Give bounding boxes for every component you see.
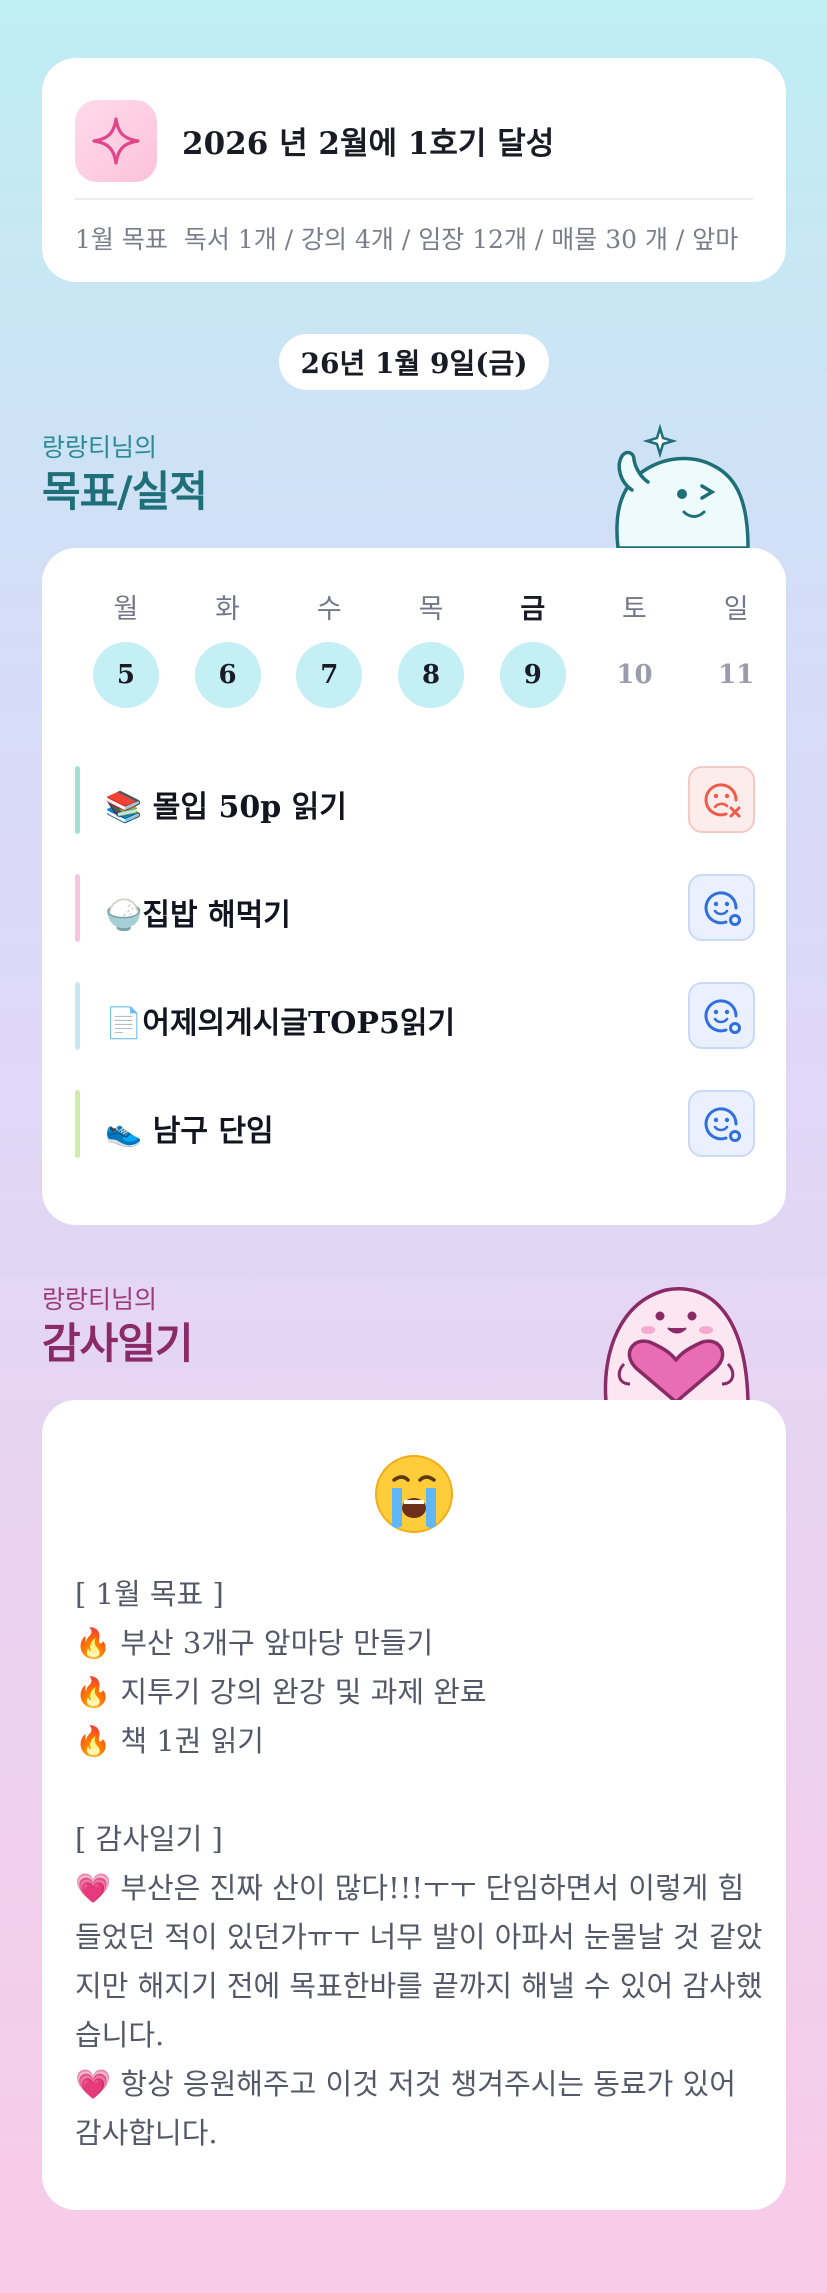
day-number[interactable]: 8 (398, 642, 465, 708)
smile-face-check-icon (704, 1106, 741, 1142)
goal-item: 🔥 부산 3개구 앞마당 만들기 (75, 1626, 434, 1660)
todo-label: 👟 남구 단임 (105, 1114, 274, 1149)
day-column[interactable]: 목 8 (380, 590, 482, 708)
week-calendar: 월 5 화 6 수 7 목 8 금 9 토 10 일 11 (75, 590, 787, 708)
todo-item[interactable]: 📄어제의게시글TOP5읽기 (75, 982, 755, 1050)
crying-face-icon (375, 1455, 453, 1533)
weekday-label: 화 (215, 594, 240, 625)
ghost-mascot-icon (615, 423, 750, 548)
document-icon: 📄 (105, 1006, 143, 1041)
divider (75, 198, 753, 200)
day-column[interactable]: 토 10 (584, 590, 686, 708)
gratitude-card: [ 1월 목표 ] 🔥 부산 3개구 앞마당 만들기 🔥 지투기 강의 완강 및… (42, 1400, 786, 2210)
status-fail-button[interactable] (688, 766, 755, 833)
book-icon: 📚 (105, 790, 143, 825)
smile-face-check-icon (704, 998, 741, 1034)
weekday-label: 수 (316, 594, 342, 625)
diary-header: [ 감사일기 ] (75, 1822, 223, 1856)
day-column[interactable]: 월 5 (75, 590, 177, 708)
smile-face-check-icon (704, 890, 741, 926)
todo-label: 🍚집밥 해먹기 (105, 898, 291, 933)
goal-header: [ 1월 목표 ] (75, 1577, 224, 1611)
sad-face-x-icon (704, 782, 740, 817)
status-done-button[interactable] (688, 982, 755, 1049)
todo-item[interactable]: 👟 남구 단임 (75, 1090, 755, 1158)
day-column[interactable]: 화 6 (177, 590, 279, 708)
status-done-button[interactable] (688, 874, 755, 941)
weekday-label: 목 (418, 594, 444, 625)
sneaker-icon: 👟 (105, 1114, 143, 1149)
day-number[interactable]: 7 (296, 642, 363, 708)
sparkle-icon (75, 100, 157, 182)
goals-card: 월 5 화 6 수 7 목 8 금 9 토 10 일 11 📚 몰입 50p 읽… (42, 548, 786, 1225)
day-number[interactable]: 9 (499, 642, 566, 708)
todo-item[interactable]: 📚 몰입 50p 읽기 (75, 766, 755, 834)
todo-label: 📚 몰입 50p 읽기 (105, 790, 347, 825)
todo-item[interactable]: 🍚집밥 해먹기 (75, 874, 755, 942)
day-number[interactable]: 6 (194, 642, 261, 708)
rice-icon: 🍚 (105, 898, 143, 933)
current-date-pill[interactable]: 26년 1월 9일(금) (279, 334, 549, 390)
monthly-goal-items: 독서 1개 / 강의 4개 / 임장 12개 / 매물 30 개 / 앞마 (183, 225, 739, 254)
weekday-label: 월 (113, 594, 139, 625)
heart-mascot-icon (603, 1287, 750, 1402)
day-number[interactable]: 10 (601, 642, 667, 708)
day-column[interactable]: 일 11 (685, 590, 787, 708)
day-number[interactable]: 11 (703, 642, 769, 708)
weekday-label: 토 (622, 594, 647, 625)
todo-color-bar (75, 766, 80, 834)
weekday-label: 금 (520, 594, 546, 625)
diary-entry: 💗 항상 응원해주고 이것 저것 챙겨주시는 동료가 있어 감사합니다. (75, 2067, 736, 2150)
todo-color-bar (75, 874, 80, 942)
status-done-button[interactable] (688, 1090, 755, 1157)
todo-label: 📄어제의게시글TOP5읽기 (105, 1006, 456, 1041)
day-column[interactable]: 수 7 (278, 590, 380, 708)
goals-section-title: 목표/실적 (42, 467, 208, 516)
goal-summary-card: 2026 년 2월에 1호기 달성 1월 목표 독서 1개 / 강의 4개 / 임… (42, 58, 786, 282)
todo-color-bar (75, 982, 80, 1050)
goal-title: 2026 년 2월에 1호기 달성 (182, 126, 555, 162)
gratitude-section-title: 감사일기 (42, 1319, 194, 1368)
monthly-goal-line: 1월 목표 독서 1개 / 강의 4개 / 임장 12개 / 매물 30 개 / … (75, 220, 738, 256)
goal-item: 🔥 책 1권 읽기 (75, 1724, 264, 1758)
monthly-goal-label: 1월 목표 (75, 225, 168, 254)
weekday-label: 일 (723, 594, 749, 625)
day-number[interactable]: 5 (92, 642, 159, 708)
diary-entry: 💗 부산은 진짜 산이 많다!!!ㅜㅜ 단임하면서 이렇게 힘들었던 적이 있던… (75, 1871, 763, 2052)
todo-color-bar (75, 1090, 80, 1158)
day-column[interactable]: 금 9 (482, 590, 584, 708)
gratitude-text: [ 1월 목표 ] 🔥 부산 3개구 앞마당 만들기 🔥 지투기 강의 완강 및… (75, 1570, 765, 2158)
goal-item: 🔥 지투기 강의 완강 및 과제 완료 (75, 1675, 487, 1709)
